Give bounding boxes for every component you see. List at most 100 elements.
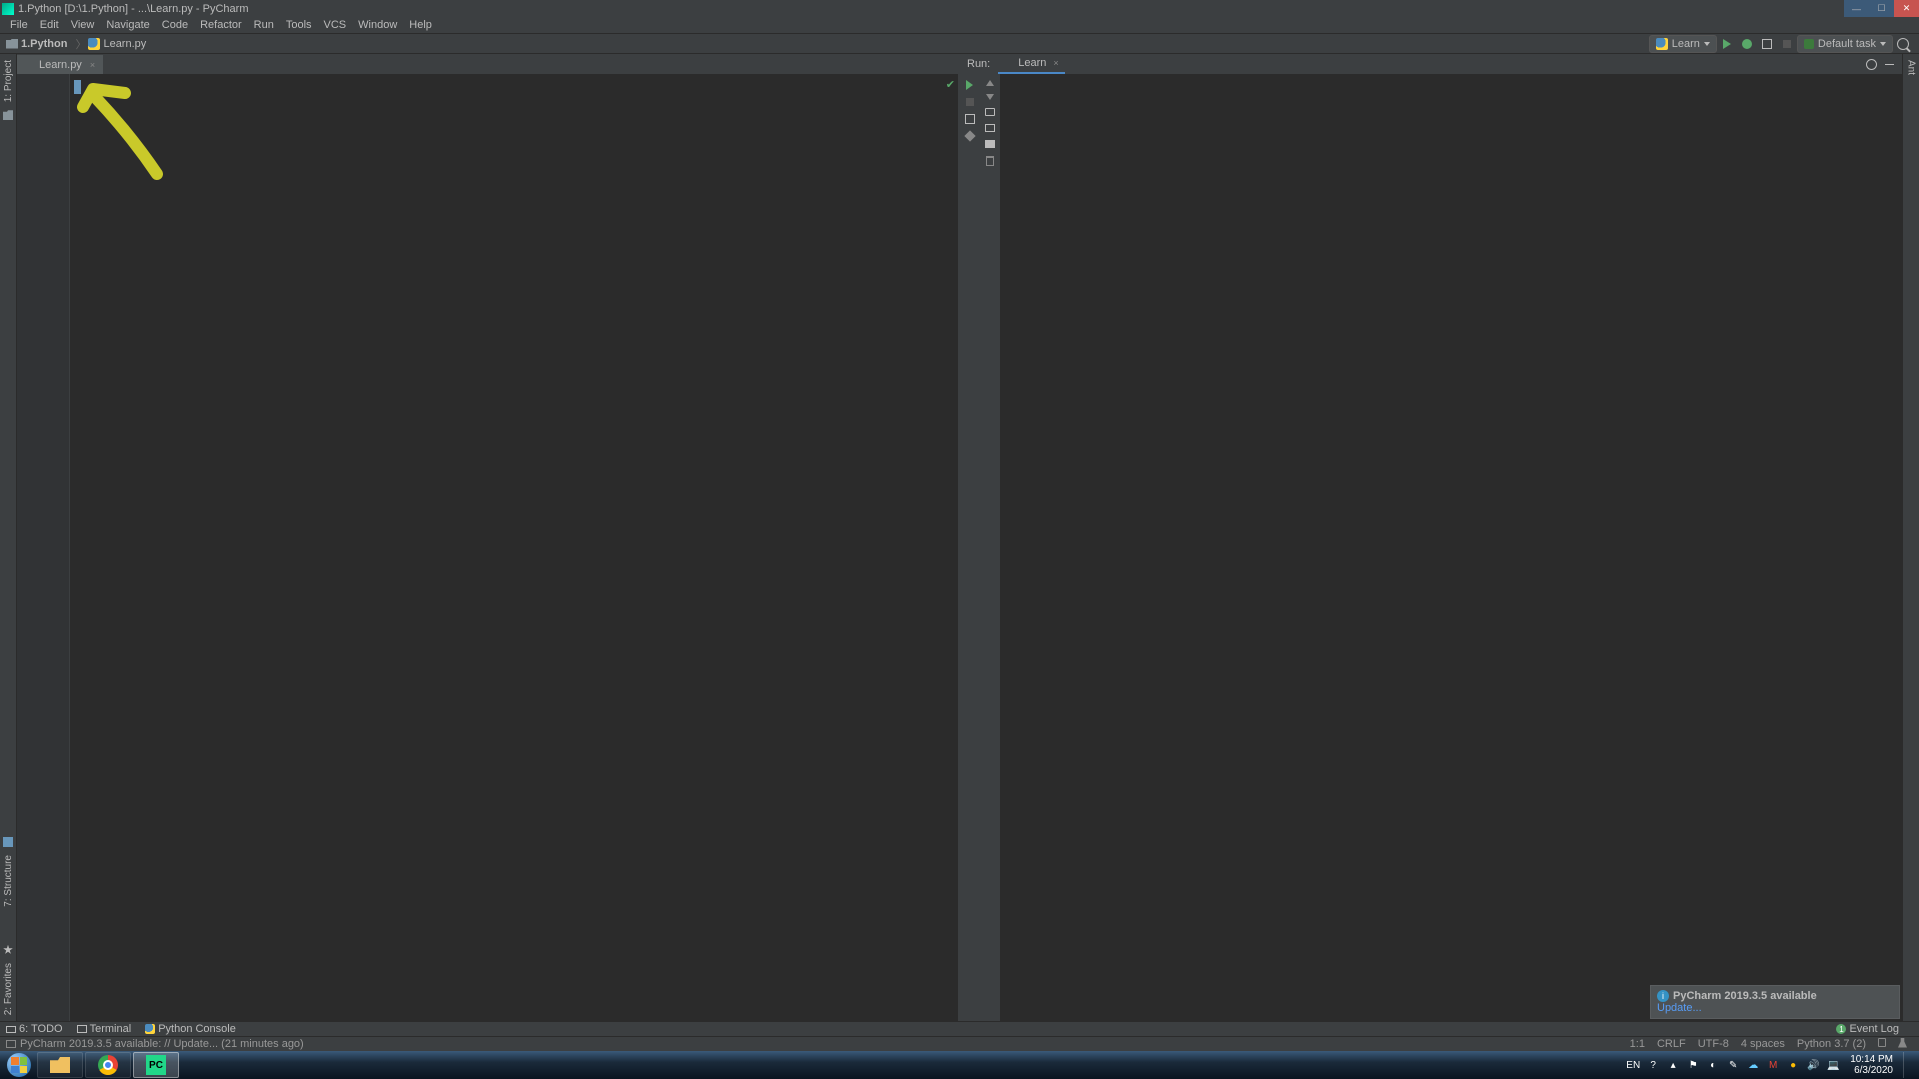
taskbar-item-explorer[interactable] [37, 1052, 83, 1078]
run-button[interactable] [1717, 39, 1737, 49]
tool-window-quick-access-icon[interactable] [6, 1040, 16, 1048]
todo-tool-button[interactable]: 6: TODO [6, 1023, 77, 1035]
run-with-coverage-button[interactable] [1757, 39, 1777, 49]
start-button[interactable] [2, 1052, 36, 1078]
update-notification[interactable]: iPyCharm 2019.3.5 available Update... [1650, 985, 1900, 1019]
minimize-button[interactable]: — [1844, 0, 1869, 17]
python-icon [1004, 58, 1014, 68]
task-config-selector[interactable]: Default task [1797, 35, 1893, 53]
ide-errors-icon[interactable] [1892, 1038, 1913, 1051]
menu-navigate[interactable]: Navigate [100, 19, 155, 31]
menu-edit[interactable]: Edit [34, 19, 65, 31]
python-interpreter-status[interactable]: Python 3.7 (2) [1791, 1038, 1872, 1050]
breadcrumb-file[interactable]: Learn.py [88, 38, 152, 50]
close-button[interactable]: ✕ [1894, 0, 1919, 17]
tray-action-center-icon[interactable]: ⚑ [1686, 1058, 1700, 1072]
sidebar-item-ant[interactable]: Ant [1906, 54, 1917, 81]
sidebar-item-structure[interactable]: 7: Structure [3, 849, 14, 913]
pin-tab-button[interactable] [966, 132, 974, 140]
scroll-icon [985, 124, 995, 132]
coverage-icon [1762, 39, 1772, 49]
system-tray: EN ? ▴ ⚑ ◐ ✎ ☁ M ● 🔊 💻 10:14 PM 6/3/2020 [1626, 1052, 1917, 1078]
windows-taskbar: PC EN ? ▴ ⚑ ◐ ✎ ☁ M ● 🔊 💻 10:14 PM 6/3/2… [0, 1051, 1919, 1079]
tray-app-icon-1[interactable]: ◐ [1706, 1058, 1720, 1072]
menu-run[interactable]: Run [248, 19, 280, 31]
stop-run-button[interactable] [966, 98, 974, 106]
menu-refactor[interactable]: Refactor [194, 19, 248, 31]
menu-file[interactable]: File [4, 19, 34, 31]
folder-icon [50, 1057, 70, 1073]
terminal-tool-button[interactable]: Terminal [77, 1023, 146, 1035]
down-stack-button[interactable] [986, 94, 994, 100]
left-tool-gutter: 1: Project 7: Structure 2: Favorites [0, 54, 17, 1021]
menu-tools[interactable]: Tools [280, 19, 318, 31]
editor-body[interactable]: ✔ [17, 74, 958, 1021]
status-message[interactable]: PyCharm 2019.3.5 available: // Update...… [20, 1038, 304, 1050]
caret-position[interactable]: 1:1 [1624, 1038, 1651, 1050]
print-button[interactable] [985, 140, 995, 148]
clear-all-button[interactable] [986, 156, 994, 166]
pycharm-icon: PC [146, 1055, 166, 1075]
search-icon [1897, 38, 1909, 50]
right-tool-gutter: Ant [1902, 54, 1919, 1021]
sidebar-item-project[interactable]: 1: Project [3, 54, 14, 108]
python-icon [1656, 38, 1668, 50]
run-config-selector[interactable]: Learn [1649, 35, 1717, 53]
menu-vcs[interactable]: VCS [318, 19, 353, 31]
editor-tab-learn[interactable]: Learn.py × [17, 54, 103, 74]
inspection-ok-icon[interactable]: ✔ [946, 78, 955, 91]
line-separator[interactable]: CRLF [1651, 1038, 1692, 1050]
tray-show-hidden-icon[interactable]: ▴ [1666, 1058, 1680, 1072]
menu-code[interactable]: Code [156, 19, 194, 31]
stop-icon [1783, 40, 1791, 48]
language-indicator[interactable]: EN [1626, 1060, 1640, 1071]
file-encoding[interactable]: UTF-8 [1692, 1038, 1735, 1050]
close-tab-icon[interactable]: × [1053, 58, 1058, 68]
taskbar-item-pycharm[interactable]: PC [133, 1052, 179, 1078]
run-tab-learn[interactable]: Learn × [998, 54, 1064, 74]
debug-button[interactable] [1737, 39, 1757, 49]
run-output[interactable]: iPyCharm 2019.3.5 available Update... [1001, 74, 1902, 1021]
run-toolbar-primary [959, 74, 980, 1021]
menu-view[interactable]: View [65, 19, 101, 31]
menu-window[interactable]: Window [352, 19, 403, 31]
taskbar-item-chrome[interactable] [85, 1052, 131, 1078]
soft-wrap-button[interactable] [985, 108, 995, 116]
tray-app-icon-3[interactable]: ☁ [1746, 1058, 1760, 1072]
tray-app-icon-2[interactable]: ✎ [1726, 1058, 1740, 1072]
taskbar-clock[interactable]: 10:14 PM 6/3/2020 [1846, 1054, 1897, 1076]
tray-help-icon[interactable]: ? [1646, 1058, 1660, 1072]
tray-gmail-icon[interactable]: M [1766, 1058, 1780, 1072]
notification-update-link[interactable]: Update... [1657, 1002, 1893, 1014]
sidebar-item-favorites[interactable]: 2: Favorites [3, 957, 14, 1021]
tray-app-icon-4[interactable]: ● [1786, 1058, 1800, 1072]
scroll-to-end-button[interactable] [985, 124, 995, 132]
task-config-label: Default task [1818, 38, 1876, 50]
stop-button[interactable] [1777, 40, 1797, 48]
readonly-toggle[interactable] [1872, 1038, 1892, 1050]
close-tab-icon[interactable]: × [90, 60, 95, 70]
rerun-button[interactable] [966, 80, 973, 90]
bottom-tool-panel: 6: TODO Terminal Python Console 1 Event … [0, 1021, 1919, 1036]
breadcrumb-project[interactable]: 1.Python [6, 38, 73, 50]
breadcrumb-project-label: 1.Python [21, 38, 67, 50]
event-log-tool-button[interactable]: 1 Event Log [1836, 1023, 1913, 1035]
minimize-tool-icon[interactable] [1885, 64, 1894, 65]
python-console-tool-button[interactable]: Python Console [145, 1023, 250, 1035]
layout-button[interactable] [965, 114, 975, 124]
tray-volume-icon[interactable]: 🔊 [1806, 1058, 1820, 1072]
tray-network-icon[interactable]: 💻 [1826, 1058, 1840, 1072]
maximize-button[interactable]: ☐ [1869, 0, 1894, 17]
menu-help[interactable]: Help [403, 19, 438, 31]
settings-icon[interactable] [1866, 59, 1877, 70]
up-stack-button[interactable] [986, 80, 994, 86]
run-tab-label: Learn [1018, 57, 1046, 69]
stop-icon [966, 98, 974, 106]
navigation-bar: 1.Python 〉 Learn.py Learn Default task [0, 34, 1919, 54]
search-everywhere-button[interactable] [1893, 38, 1913, 50]
indent-status[interactable]: 4 spaces [1735, 1038, 1791, 1050]
show-desktop-button[interactable] [1903, 1052, 1913, 1078]
text-cursor [74, 80, 81, 94]
editor-content[interactable]: ✔ [70, 74, 958, 1021]
chevron-down-icon [1704, 42, 1710, 46]
